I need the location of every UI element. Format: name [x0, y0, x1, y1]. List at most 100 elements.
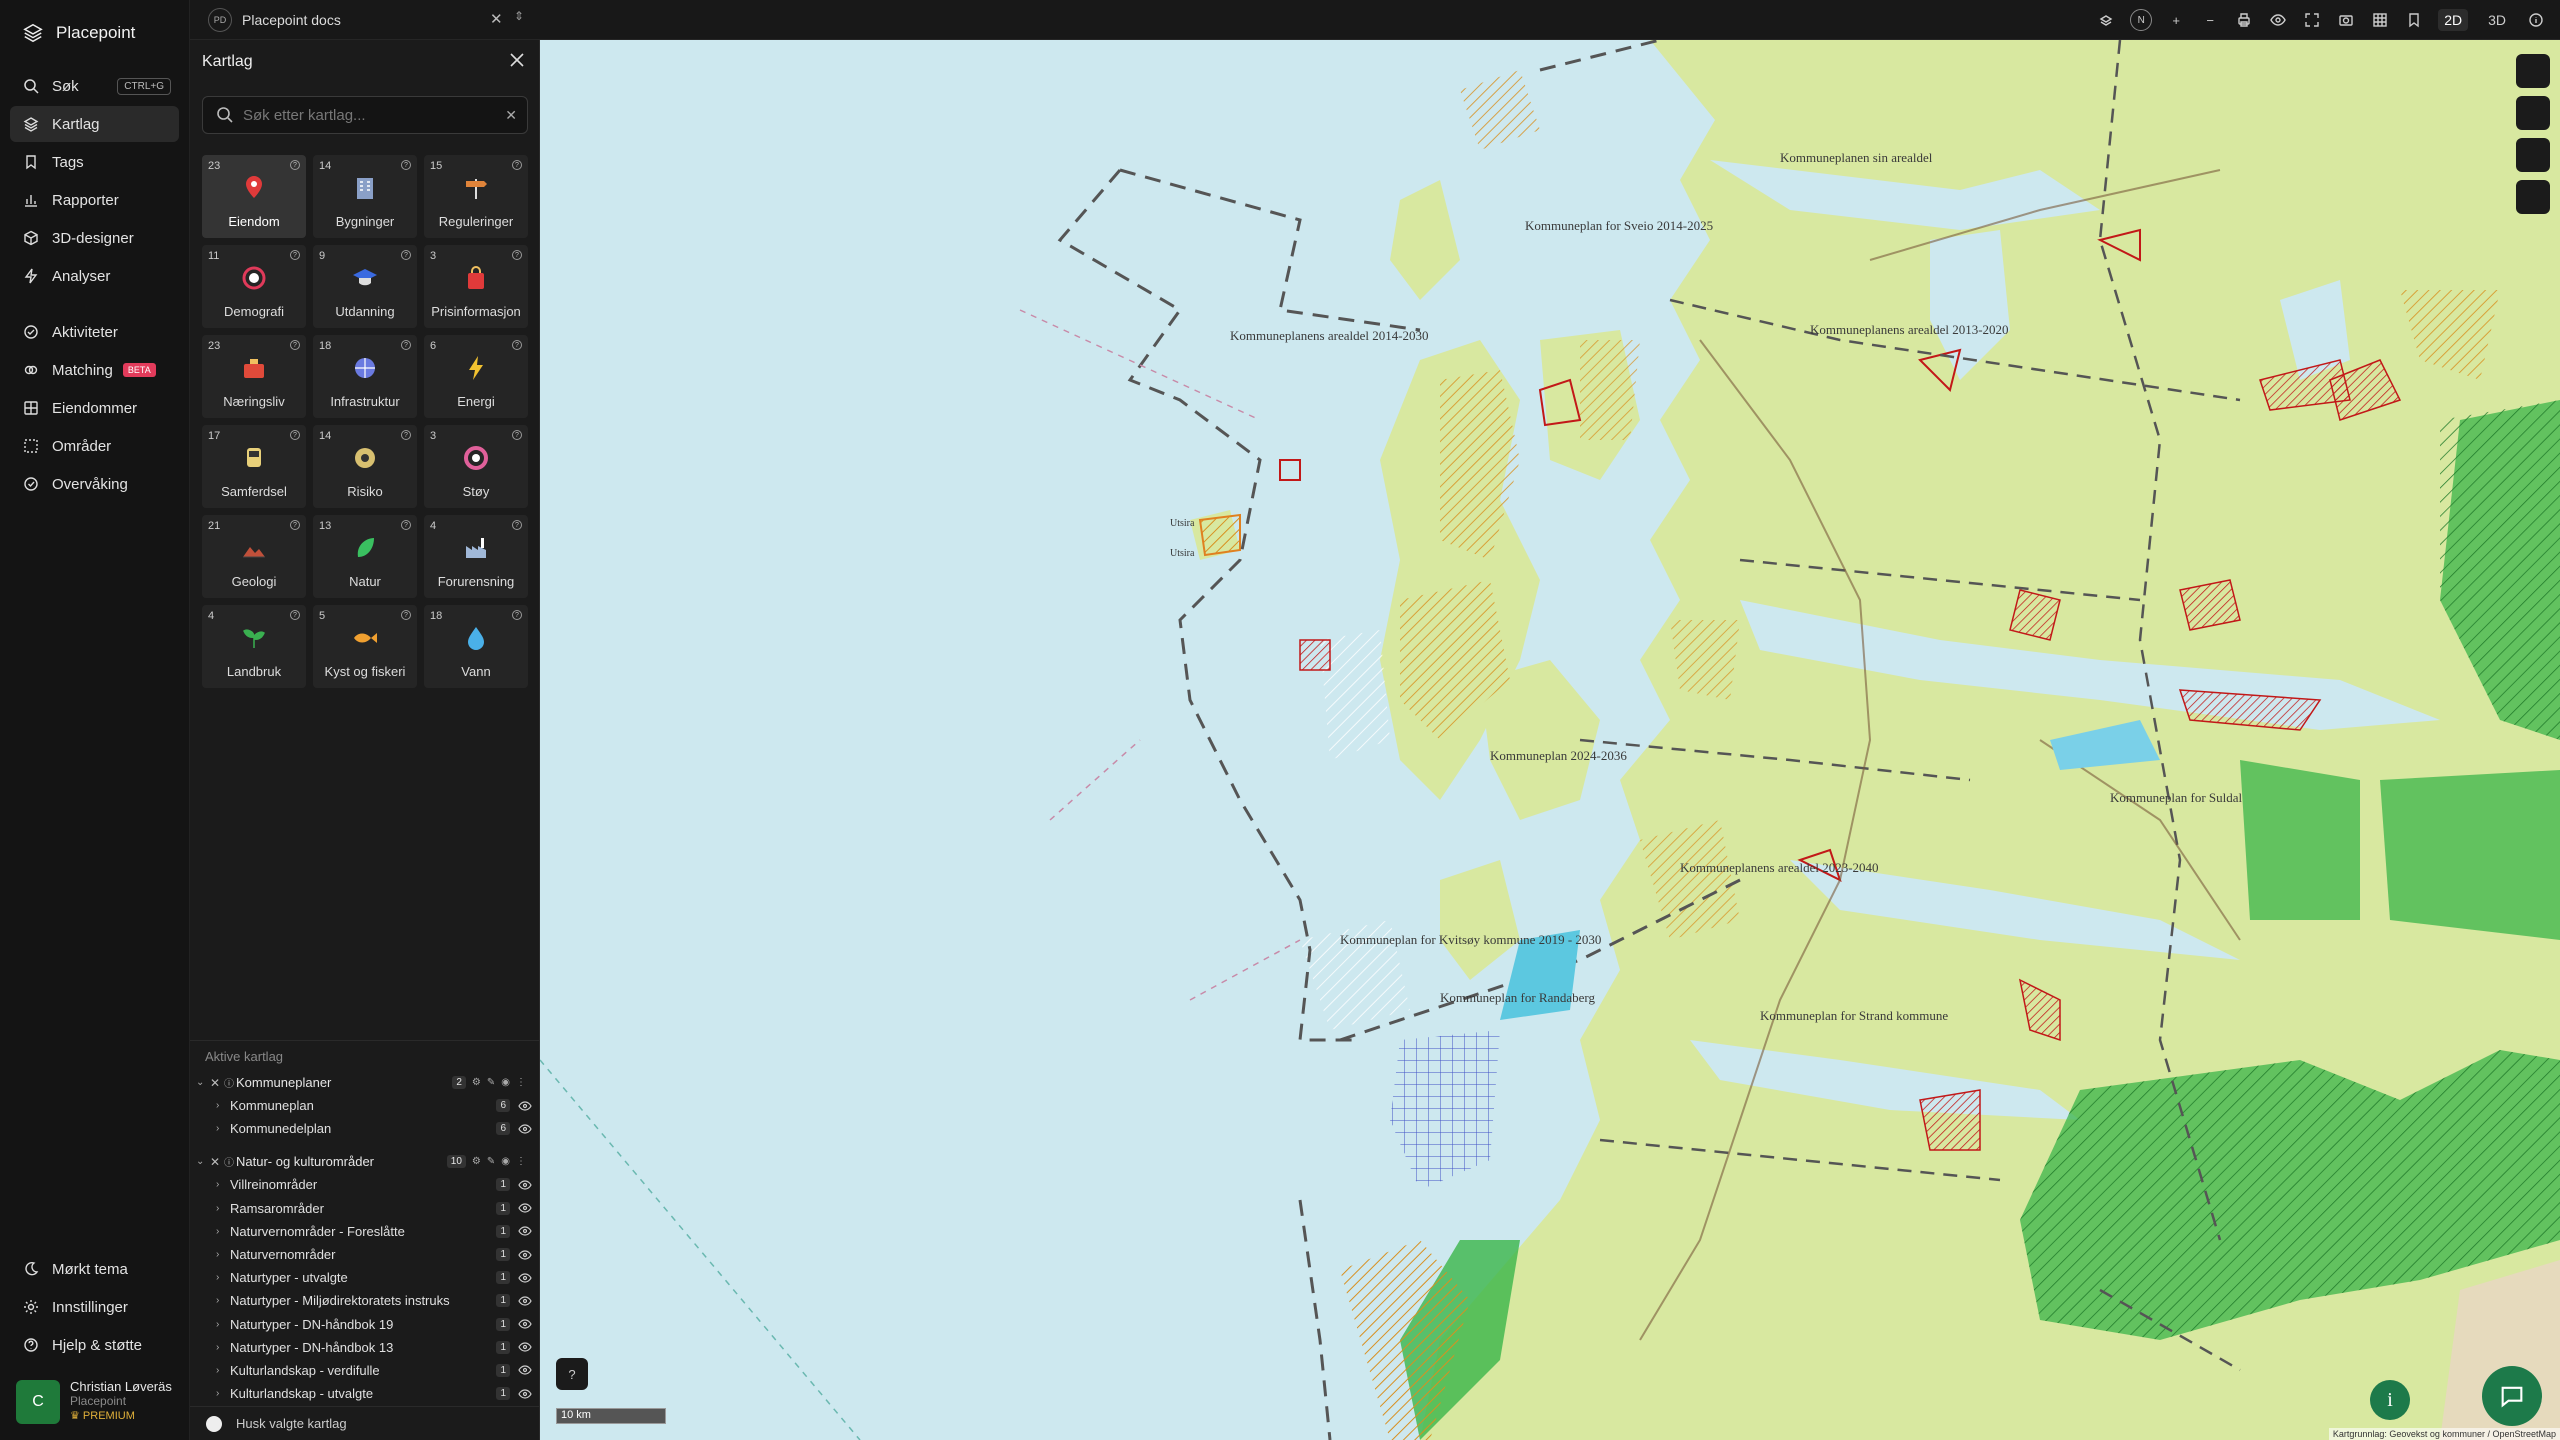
category-tile-bygninger[interactable]: 14 ? Bygninger: [313, 155, 417, 238]
nav-3d-designer[interactable]: 3D-designer: [10, 220, 179, 256]
category-tile-prisinformasjon[interactable]: 3 ? Prisinformasjon: [424, 245, 528, 328]
category-tile-reguleringer[interactable]: 15 ? Reguleringer: [424, 155, 528, 238]
chevron-right-icon[interactable]: ›: [216, 1226, 230, 1237]
eye-icon[interactable]: [518, 1389, 532, 1399]
eye-icon[interactable]: [518, 1296, 532, 1306]
eye-icon[interactable]: ◉: [501, 1156, 510, 1167]
zoom-out-icon[interactable]: −: [2200, 10, 2220, 30]
nav-kartlag[interactable]: Kartlag: [10, 106, 179, 142]
category-info-icon[interactable]: ?: [401, 160, 411, 170]
category-tile-forurensning[interactable]: 4 ? Forurensning: [424, 515, 528, 598]
category-info-icon[interactable]: ?: [290, 340, 300, 350]
category-info-icon[interactable]: ?: [401, 250, 411, 260]
layer-row[interactable]: › Kommuneplan 6: [190, 1094, 540, 1117]
layer-row[interactable]: › Naturtyper - Miljødirektoratets instru…: [190, 1289, 540, 1312]
layer-row[interactable]: › Naturvernområder - Foreslåtte 1: [190, 1220, 540, 1243]
bookmark-icon[interactable]: [2404, 10, 2424, 30]
print-layer-icon[interactable]: [2096, 10, 2116, 30]
layer-row[interactable]: › Ramsarområder 1: [190, 1197, 540, 1220]
brand[interactable]: Placepoint: [0, 0, 189, 66]
zoom-in-icon[interactable]: +: [2166, 10, 2186, 30]
mode-2d-button[interactable]: 2D: [2438, 9, 2469, 31]
chevron-down-icon[interactable]: ⌄: [196, 1077, 210, 1088]
layer-group[interactable]: ⌄ ✕ ⓘ Natur- og kulturområder 10 ⚙ ✎ ◉ ⋮: [190, 1150, 540, 1173]
eye-icon[interactable]: [518, 1365, 532, 1376]
category-tile-landbruk[interactable]: 4 ? Landbruk: [202, 605, 306, 688]
chevron-right-icon[interactable]: ›: [216, 1388, 230, 1399]
eye-icon[interactable]: [518, 1180, 532, 1190]
edit-icon[interactable]: ✎: [487, 1077, 495, 1088]
category-tile-kyst-og-fiskeri[interactable]: 5 ? Kyst og fiskeri: [313, 605, 417, 688]
measure-icon[interactable]: [2516, 96, 2550, 130]
draw-icon[interactable]: [2516, 180, 2550, 214]
nav-overvaking[interactable]: Overvåking: [10, 466, 179, 502]
printer-icon[interactable]: [2234, 10, 2254, 30]
layer-row[interactable]: › Naturvernområder 1: [190, 1243, 540, 1266]
nav-help[interactable]: Hjelp & støtte: [10, 1327, 180, 1363]
category-tile-samferdsel[interactable]: 17 ? Samferdsel: [202, 425, 306, 508]
category-tile-risiko[interactable]: 14 ? Risiko: [313, 425, 417, 508]
nav-eiendommer[interactable]: Eiendommer: [10, 390, 179, 426]
chevron-right-icon[interactable]: ›: [216, 1123, 230, 1134]
layer-group[interactable]: ⌄ ✕ ⓘ Kommuneplaner 2 ⚙ ✎ ◉ ⋮: [190, 1071, 540, 1094]
eye-icon[interactable]: [518, 1100, 532, 1111]
category-tile-geologi[interactable]: 21 ? Geologi: [202, 515, 306, 598]
nav-matching[interactable]: Matching BETA: [10, 352, 179, 388]
close-icon[interactable]: [507, 50, 527, 70]
category-info-icon[interactable]: ?: [290, 250, 300, 260]
nav-search[interactable]: Søk CTRL+G: [10, 68, 179, 104]
workspace-selector[interactable]: PD Placepoint docs: [208, 8, 341, 32]
category-tile-næringsliv[interactable]: 23 ? Næringsliv: [202, 335, 306, 418]
category-info-icon[interactable]: ?: [290, 610, 300, 620]
nav-settings[interactable]: Innstillinger: [10, 1289, 180, 1325]
category-info-icon[interactable]: ?: [290, 160, 300, 170]
grid-icon[interactable]: [2370, 10, 2390, 30]
eye-icon[interactable]: [518, 1203, 532, 1213]
eye-icon[interactable]: [518, 1226, 532, 1236]
clear-search-icon[interactable]: ✕: [505, 107, 517, 124]
remove-group-icon[interactable]: ✕: [210, 1076, 224, 1090]
eye-icon[interactable]: ◉: [501, 1077, 510, 1088]
layer-row[interactable]: › Kulturlandskap - utvalgte 1: [190, 1382, 540, 1405]
category-info-icon[interactable]: ?: [401, 430, 411, 440]
layer-search-input[interactable]: [243, 106, 493, 124]
nav-omrader[interactable]: Områder: [10, 428, 179, 464]
category-info-icon[interactable]: ?: [401, 610, 411, 620]
chevron-right-icon[interactable]: ›: [216, 1319, 230, 1330]
chat-button[interactable]: [2482, 1366, 2542, 1426]
remember-layers[interactable]: Husk valgte kartlag: [190, 1406, 540, 1440]
category-tile-natur[interactable]: 13 ? Natur: [313, 515, 417, 598]
layer-row[interactable]: › Naturtyper - DN-håndbok 13 1: [190, 1336, 540, 1359]
category-tile-energi[interactable]: 6 ? Energi: [424, 335, 528, 418]
basemap-icon[interactable]: [2516, 54, 2550, 88]
chevron-right-icon[interactable]: ›: [216, 1342, 230, 1353]
remember-toggle[interactable]: [206, 1415, 222, 1432]
category-info-icon[interactable]: ?: [290, 520, 300, 530]
eye-icon[interactable]: [518, 1319, 532, 1329]
category-info-icon[interactable]: ?: [512, 430, 522, 440]
filter-icon[interactable]: ⚙: [472, 1156, 481, 1167]
eye-icon[interactable]: [518, 1249, 532, 1260]
category-tile-vann[interactable]: 18 ? Vann: [424, 605, 528, 688]
fullscreen-icon[interactable]: [2302, 10, 2322, 30]
chevron-right-icon[interactable]: ›: [216, 1179, 230, 1190]
category-info-icon[interactable]: ?: [512, 340, 522, 350]
chevron-down-icon[interactable]: ⌄: [196, 1156, 210, 1167]
eye-icon[interactable]: [518, 1124, 532, 1134]
workspace-switch-icon[interactable]: ⇕: [514, 9, 524, 23]
eye-icon[interactable]: [2268, 10, 2288, 30]
chevron-right-icon[interactable]: ›: [216, 1365, 230, 1376]
more-icon[interactable]: ⋮: [516, 1156, 526, 1167]
category-tile-støy[interactable]: 3 ? Støy: [424, 425, 528, 508]
category-tile-infrastruktur[interactable]: 18 ? Infrastruktur: [313, 335, 417, 418]
chevron-right-icon[interactable]: ›: [216, 1272, 230, 1283]
camera-icon[interactable]: [2336, 10, 2356, 30]
nav-tags[interactable]: Tags: [10, 144, 179, 180]
edit-icon[interactable]: ✎: [487, 1156, 495, 1167]
category-info-icon[interactable]: ?: [290, 430, 300, 440]
category-tile-eiendom[interactable]: 23 ? Eiendom: [202, 155, 306, 238]
layer-row[interactable]: › Naturtyper - utvalgte 1: [190, 1266, 540, 1289]
eye-icon[interactable]: [518, 1273, 532, 1283]
chevron-right-icon[interactable]: ›: [216, 1295, 230, 1306]
nav-analyser[interactable]: Analyser: [10, 258, 179, 294]
